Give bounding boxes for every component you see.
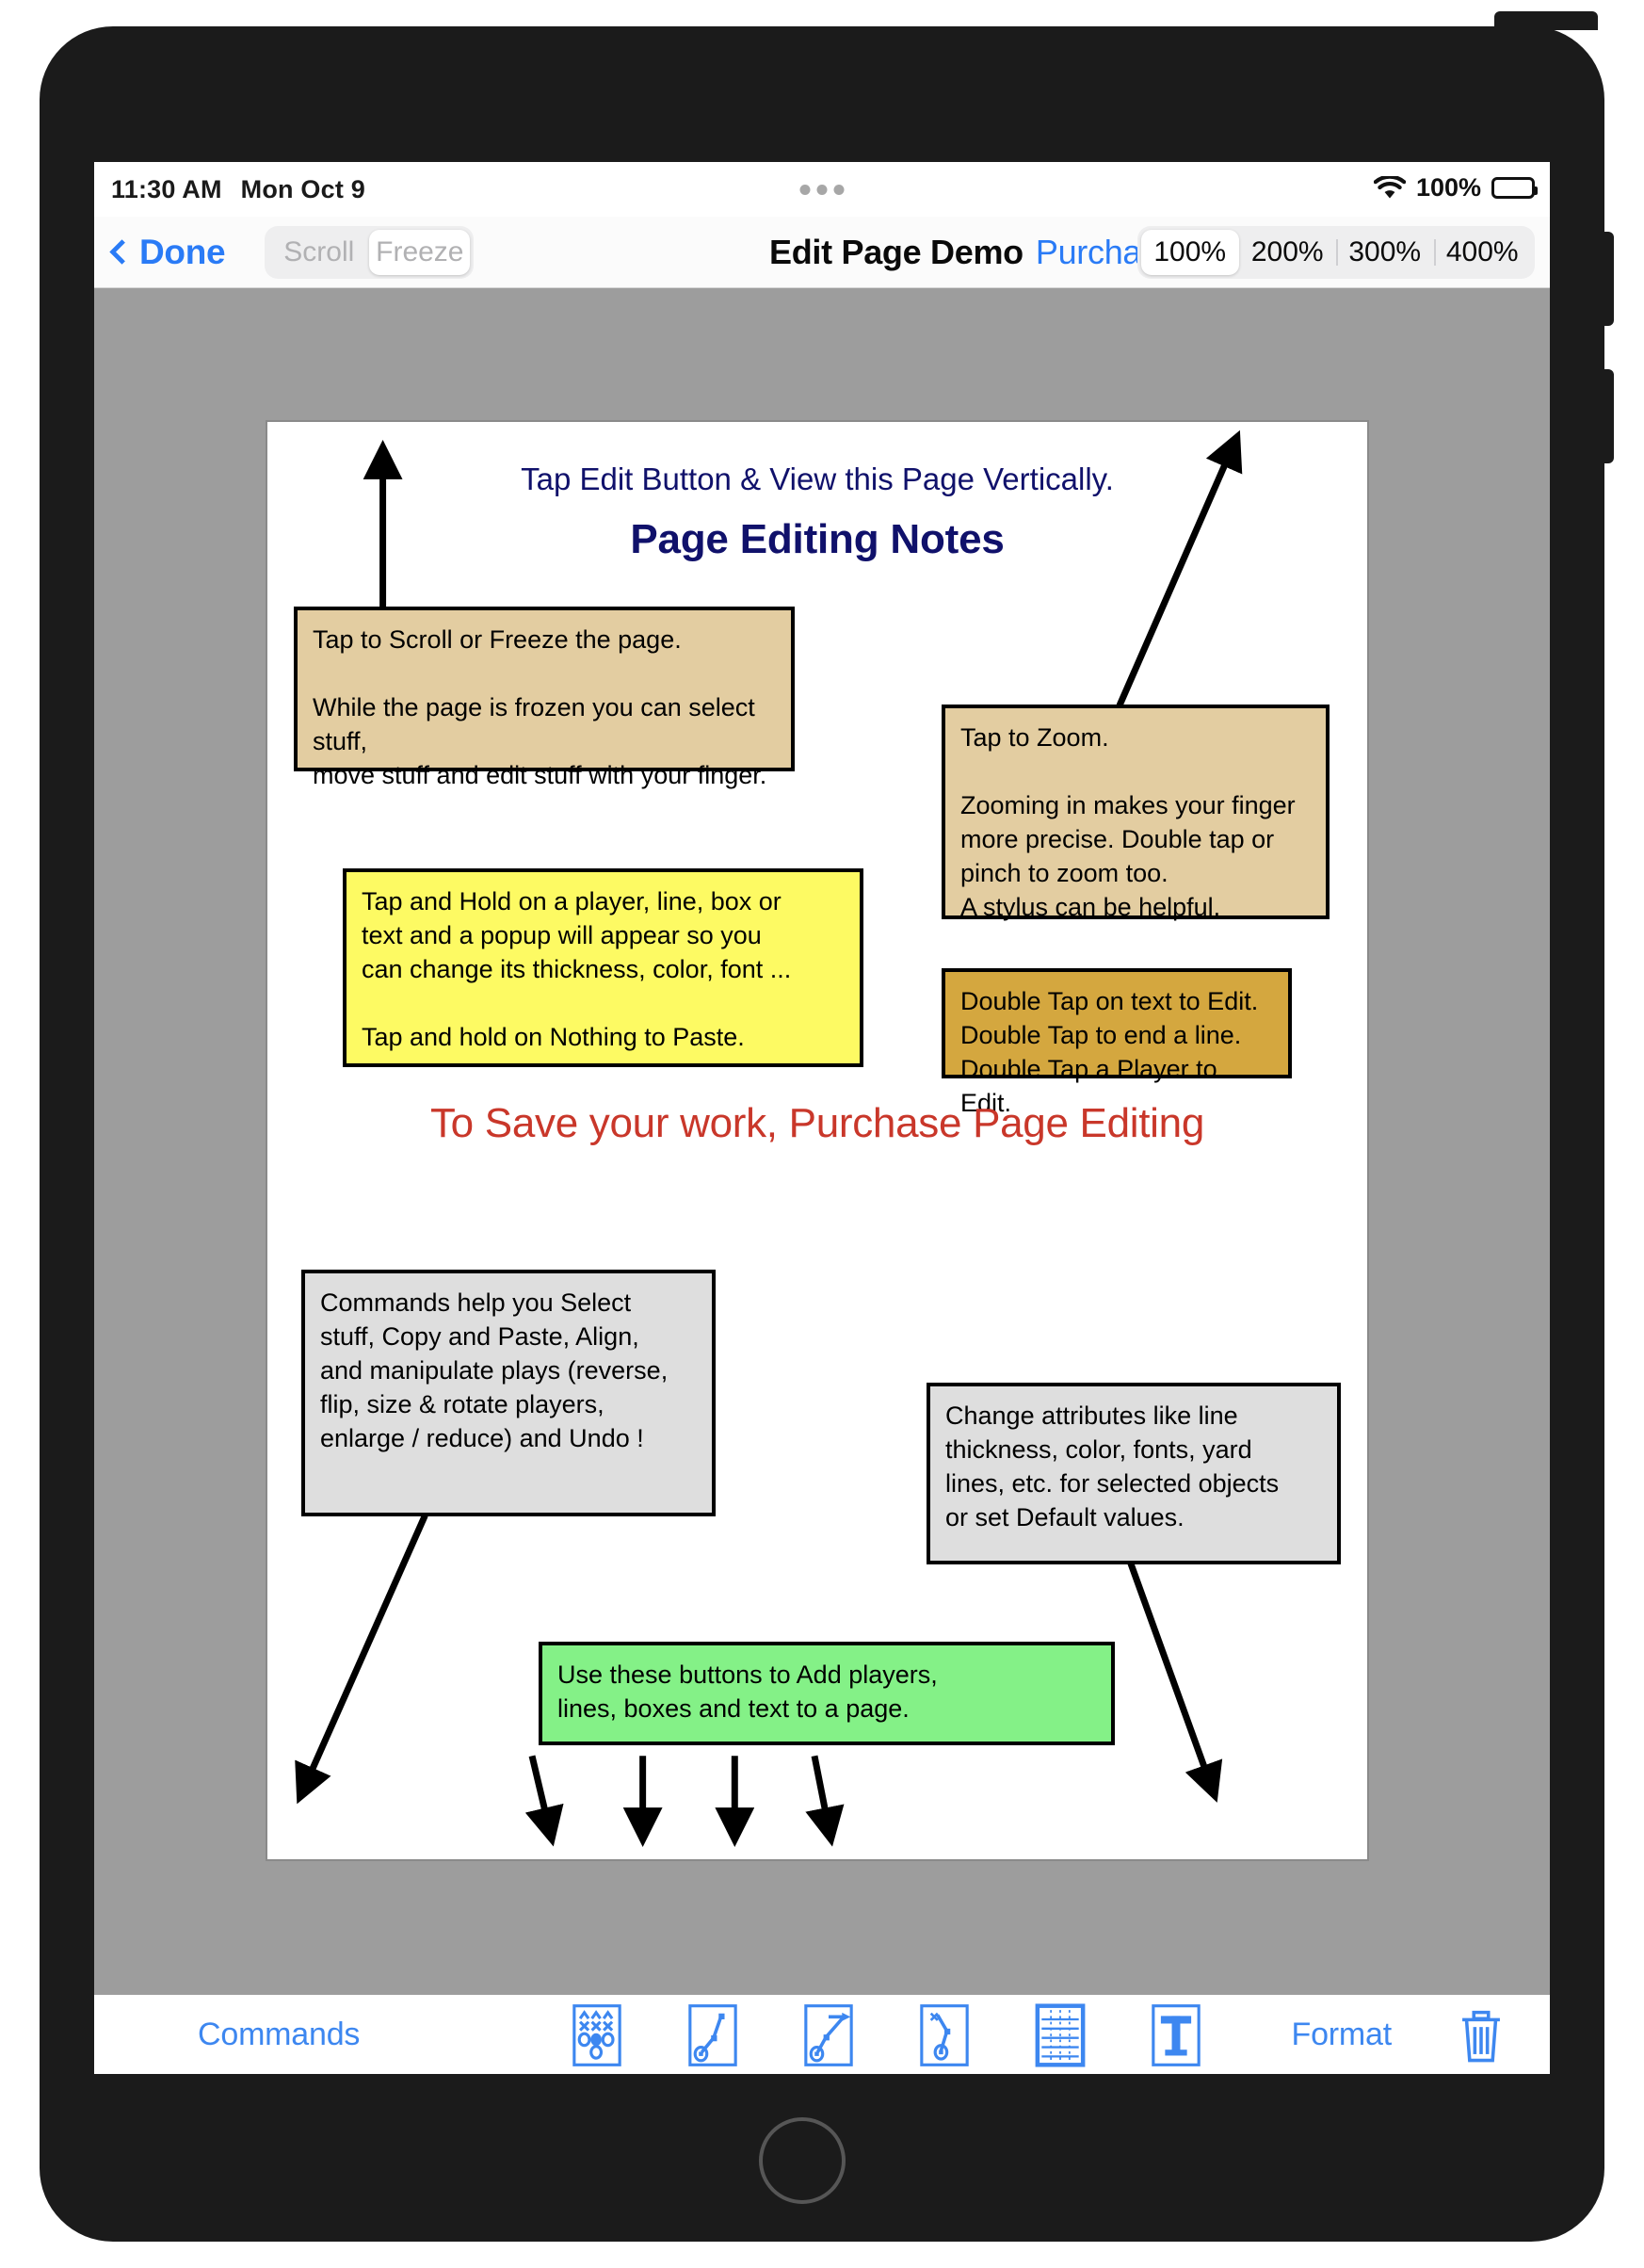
zoom-100-segment[interactable]: 100% xyxy=(1141,229,1239,275)
add-box-grid-icon[interactable] xyxy=(1028,2002,1092,2067)
toolbar-icon-group xyxy=(565,2002,1208,2067)
zoom-segmented-control[interactable]: 100% 200% 300% 400% xyxy=(1137,225,1535,279)
volume-up-button[interactable] xyxy=(1601,232,1614,326)
trash-icon[interactable] xyxy=(1458,2006,1505,2065)
dot xyxy=(833,185,845,195)
dot xyxy=(816,185,828,195)
done-back-button[interactable]: Done xyxy=(109,232,226,272)
segment-freeze[interactable]: Freeze xyxy=(369,229,471,275)
zoom-200-segment[interactable]: 200% xyxy=(1239,230,1337,275)
page-subtitle: Tap Edit Button & View this Page Vertica… xyxy=(521,462,1114,496)
chevron-left-icon xyxy=(109,239,135,265)
purchase-reminder-text: To Save your work, Purchase Page Editing xyxy=(429,1100,1204,1146)
add-arrow-line-icon[interactable] xyxy=(797,2003,861,2067)
note-attributes[interactable]: Change attributes like line thickness, c… xyxy=(927,1383,1341,1564)
status-time-date: 11:30 AM Mon Oct 9 xyxy=(111,175,365,204)
nav-title-group: Edit Page Demo Purchase xyxy=(769,233,1177,272)
zoom-300-segment[interactable]: 300% xyxy=(1336,230,1434,275)
zoom-400-segment[interactable]: 400% xyxy=(1433,230,1532,275)
commands-button[interactable]: Commands xyxy=(198,2017,360,2053)
home-button[interactable] xyxy=(759,2117,846,2204)
volume-down-button[interactable] xyxy=(1601,369,1614,463)
canvas-area[interactable]: Tap Edit Button & View this Page Vertica… xyxy=(94,288,1550,1995)
status-indicators: 100% xyxy=(1373,173,1538,202)
power-button[interactable] xyxy=(1494,11,1598,30)
battery-percent-label: 100% xyxy=(1415,173,1481,202)
dot xyxy=(799,185,811,195)
status-time: 11:30 AM xyxy=(111,175,222,203)
note-tap-hold[interactable]: Tap and Hold on a player, line, box or t… xyxy=(343,868,863,1067)
note-double-tap[interactable]: Double Tap on text to Edit. Double Tap t… xyxy=(942,968,1292,1117)
done-label: Done xyxy=(139,232,226,271)
note-commands[interactable]: Commands help you Select stuff, Copy and… xyxy=(301,1270,716,1516)
app-screen: 11:30 AM Mon Oct 9 100% Done Scroll Free… xyxy=(94,162,1550,2074)
note-add-buttons[interactable]: Use these buttons to Add players, lines,… xyxy=(539,1642,1115,1745)
bottom-toolbar: Commands Format xyxy=(94,1995,1550,2074)
wifi-icon xyxy=(1373,175,1406,198)
note-scroll-freeze[interactable]: Tap to Scroll or Freeze the page. While … xyxy=(294,607,795,789)
note-zoom[interactable]: Tap to Zoom. Zooming in makes your finge… xyxy=(942,705,1330,921)
page-heading: Page Editing Notes xyxy=(630,516,1005,562)
page-sheet[interactable]: Tap Edit Button & View this Page Vertica… xyxy=(266,420,1369,1861)
format-button[interactable]: Format xyxy=(1292,2017,1393,2053)
segment-scroll[interactable]: Scroll xyxy=(268,230,369,275)
multitask-dots-icon[interactable] xyxy=(799,185,845,195)
status-date: Mon Oct 9 xyxy=(240,175,365,203)
add-text-icon[interactable] xyxy=(1144,2003,1208,2067)
scroll-freeze-segmented-control[interactable]: Scroll Freeze xyxy=(265,225,475,279)
navigation-bar: Done Scroll Freeze Edit Page Demo Purcha… xyxy=(94,217,1550,288)
add-players-formation-icon[interactable] xyxy=(565,2003,629,2067)
add-block-line-icon[interactable] xyxy=(912,2003,976,2067)
page-title: Edit Page Demo xyxy=(769,232,1023,271)
battery-cap xyxy=(1534,186,1538,195)
status-bar: 11:30 AM Mon Oct 9 100% xyxy=(94,162,1550,217)
battery-full-icon xyxy=(1491,177,1538,199)
add-route-line-icon[interactable] xyxy=(681,2003,745,2067)
